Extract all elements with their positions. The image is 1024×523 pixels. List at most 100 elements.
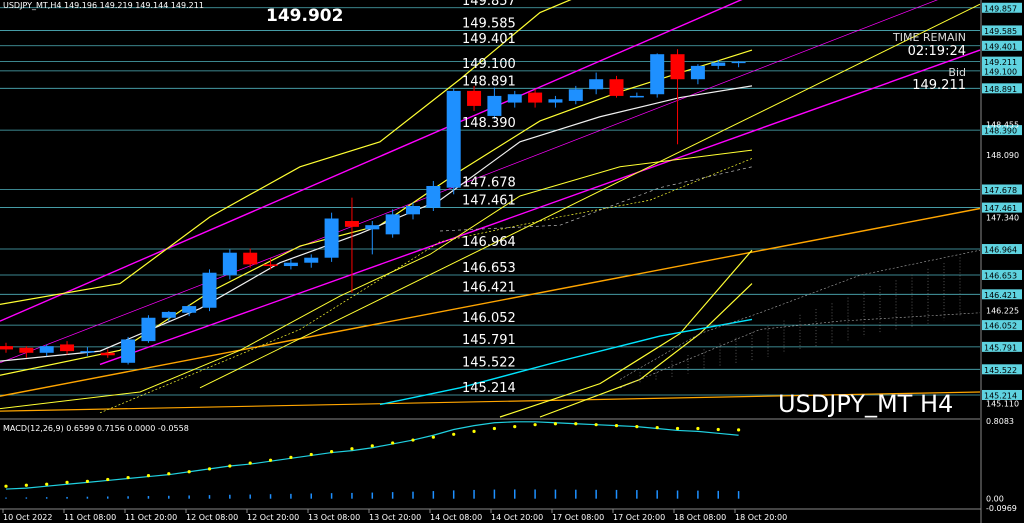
macd-signal-dot — [187, 470, 191, 474]
time-tick-label: 17 Oct 20:00 — [613, 513, 665, 522]
macd-signal-dot — [370, 444, 374, 448]
time-tick-label: 18 Oct 08:00 — [674, 513, 726, 522]
macd-tick-label: -0.0969 — [986, 504, 1017, 513]
time-tick-label: 18 Oct 20:00 — [735, 513, 787, 522]
price-tag-label: 147.678 — [984, 186, 1017, 195]
level-value-label: 148.891 — [462, 74, 516, 89]
macd-signal-dot — [452, 432, 456, 436]
price-tick-label: 148.455 — [986, 121, 1019, 130]
macd-signal-dot — [350, 447, 354, 451]
level-value-label: 146.052 — [462, 311, 516, 326]
macd-tick-label: 0.8083 — [986, 417, 1014, 426]
bullish-candle — [121, 339, 136, 363]
price-tag-label: 149.857 — [984, 4, 1017, 13]
level-value-label: 149.857 — [462, 0, 516, 9]
level-value-label: 145.522 — [462, 355, 516, 370]
macd-signal-dot — [391, 441, 395, 445]
bullish-candle — [80, 351, 95, 353]
macd-label: MACD(12,26,9) 0.6599 0.7156 0.0000 -0.05… — [3, 424, 189, 433]
macd-signal-dot — [248, 461, 252, 465]
macd-signal-dot — [553, 422, 558, 426]
time-remain-value: 02:19:24 — [907, 44, 966, 59]
price-tag-label: 148.891 — [984, 85, 1017, 94]
macd-signal-dot — [228, 464, 232, 468]
bullish-candle — [629, 95, 644, 98]
bullish-candle — [324, 218, 339, 258]
macd-signal-dot — [207, 467, 212, 471]
bullish-candle — [711, 62, 726, 66]
price-tag-label: 145.522 — [984, 366, 1017, 375]
bearish-candle — [609, 79, 624, 96]
bearish-candle — [344, 221, 359, 227]
bearish-candle — [528, 92, 543, 103]
macd-tick-label: 0.00 — [986, 495, 1004, 504]
price-tag-label: 149.401 — [984, 42, 1017, 51]
level-value-label: 146.964 — [462, 235, 516, 250]
time-tick-label: 11 Oct 08:00 — [64, 513, 116, 522]
price-tag-label: 146.964 — [984, 246, 1017, 255]
time-tick-label: 14 Oct 08:00 — [430, 513, 482, 522]
macd-signal-dot — [533, 423, 537, 427]
price-tag-label: 146.421 — [984, 291, 1017, 300]
bullish-candle — [589, 79, 604, 90]
bullish-candle — [283, 262, 298, 267]
bearish-candle — [243, 252, 258, 265]
macd-signal-dot — [594, 423, 598, 427]
bullish-candle — [39, 346, 54, 353]
bearish-candle — [263, 264, 278, 267]
macd-signal-dot — [65, 480, 69, 484]
bullish-candle — [568, 89, 583, 101]
price-tick-label: 147.340 — [986, 214, 1019, 223]
bearish-candle — [0, 346, 13, 350]
bullish-candle — [202, 272, 217, 308]
time-tick-label: 11 Oct 20:00 — [125, 513, 177, 522]
bullish-candle — [385, 214, 400, 235]
bullish-candle — [161, 311, 176, 318]
time-tick-label: 10 Oct 2022 — [3, 513, 52, 522]
macd-signal-dot — [268, 458, 273, 462]
bearish-candle — [60, 344, 75, 352]
macd-signal-dot — [675, 426, 680, 431]
price-tick-label: 148.090 — [986, 151, 1019, 160]
level-value-label: 147.461 — [462, 194, 516, 209]
bullish-candle — [222, 252, 237, 276]
price-tick-label: 145.110 — [986, 400, 1019, 409]
macd-signal-dot — [655, 425, 659, 430]
level-value-label: 146.653 — [462, 261, 516, 276]
price-tag-label: 146.052 — [984, 322, 1017, 331]
bullish-candle — [731, 61, 746, 64]
bearish-candle — [100, 352, 115, 356]
bullish-candle — [548, 99, 563, 103]
macd-signal-dot — [737, 428, 741, 432]
bullish-candle — [487, 95, 502, 116]
macd-signal-dot — [126, 475, 130, 480]
level-value-label: 147.678 — [462, 175, 516, 190]
level-value-label: 148.390 — [462, 116, 516, 131]
bullish-candle — [446, 90, 461, 188]
macd-signal-dot — [45, 482, 49, 486]
price-tag-label: 146.653 — [984, 271, 1017, 280]
bullish-candle — [406, 205, 420, 215]
bullish-candle — [141, 317, 156, 342]
price-chart: 149.857149.585149.401149.100148.891148.3… — [0, 0, 1024, 523]
macd-signal-dot — [472, 429, 476, 434]
bullish-candle — [507, 94, 522, 103]
macd-signal-dot — [146, 474, 151, 478]
level-value-label: 146.421 — [462, 280, 516, 295]
level-value-label: 145.791 — [462, 333, 516, 348]
time-tick-label: 13 Oct 08:00 — [308, 513, 360, 522]
macd-signal-dot — [431, 435, 435, 439]
price-tag-label: 149.211 — [984, 58, 1017, 67]
time-tick-label: 14 Oct 20:00 — [491, 513, 543, 522]
macd-signal-dot — [614, 424, 619, 428]
price-tag-label: 147.461 — [984, 204, 1017, 213]
macd-signal-dot — [635, 425, 639, 429]
time-tick-label: 12 Oct 08:00 — [186, 513, 238, 522]
bullish-candle — [650, 54, 665, 95]
macd-signal-dot — [696, 426, 700, 431]
price-tick-label: 146.225 — [986, 307, 1019, 316]
macd-signal-dot — [106, 477, 110, 482]
macd-signal-dot — [309, 452, 313, 457]
macd-signal-dot — [492, 426, 496, 431]
level-labels-group: 149.857 149.585149.401 149.100 148.891 148.3… — [462, 0, 516, 396]
